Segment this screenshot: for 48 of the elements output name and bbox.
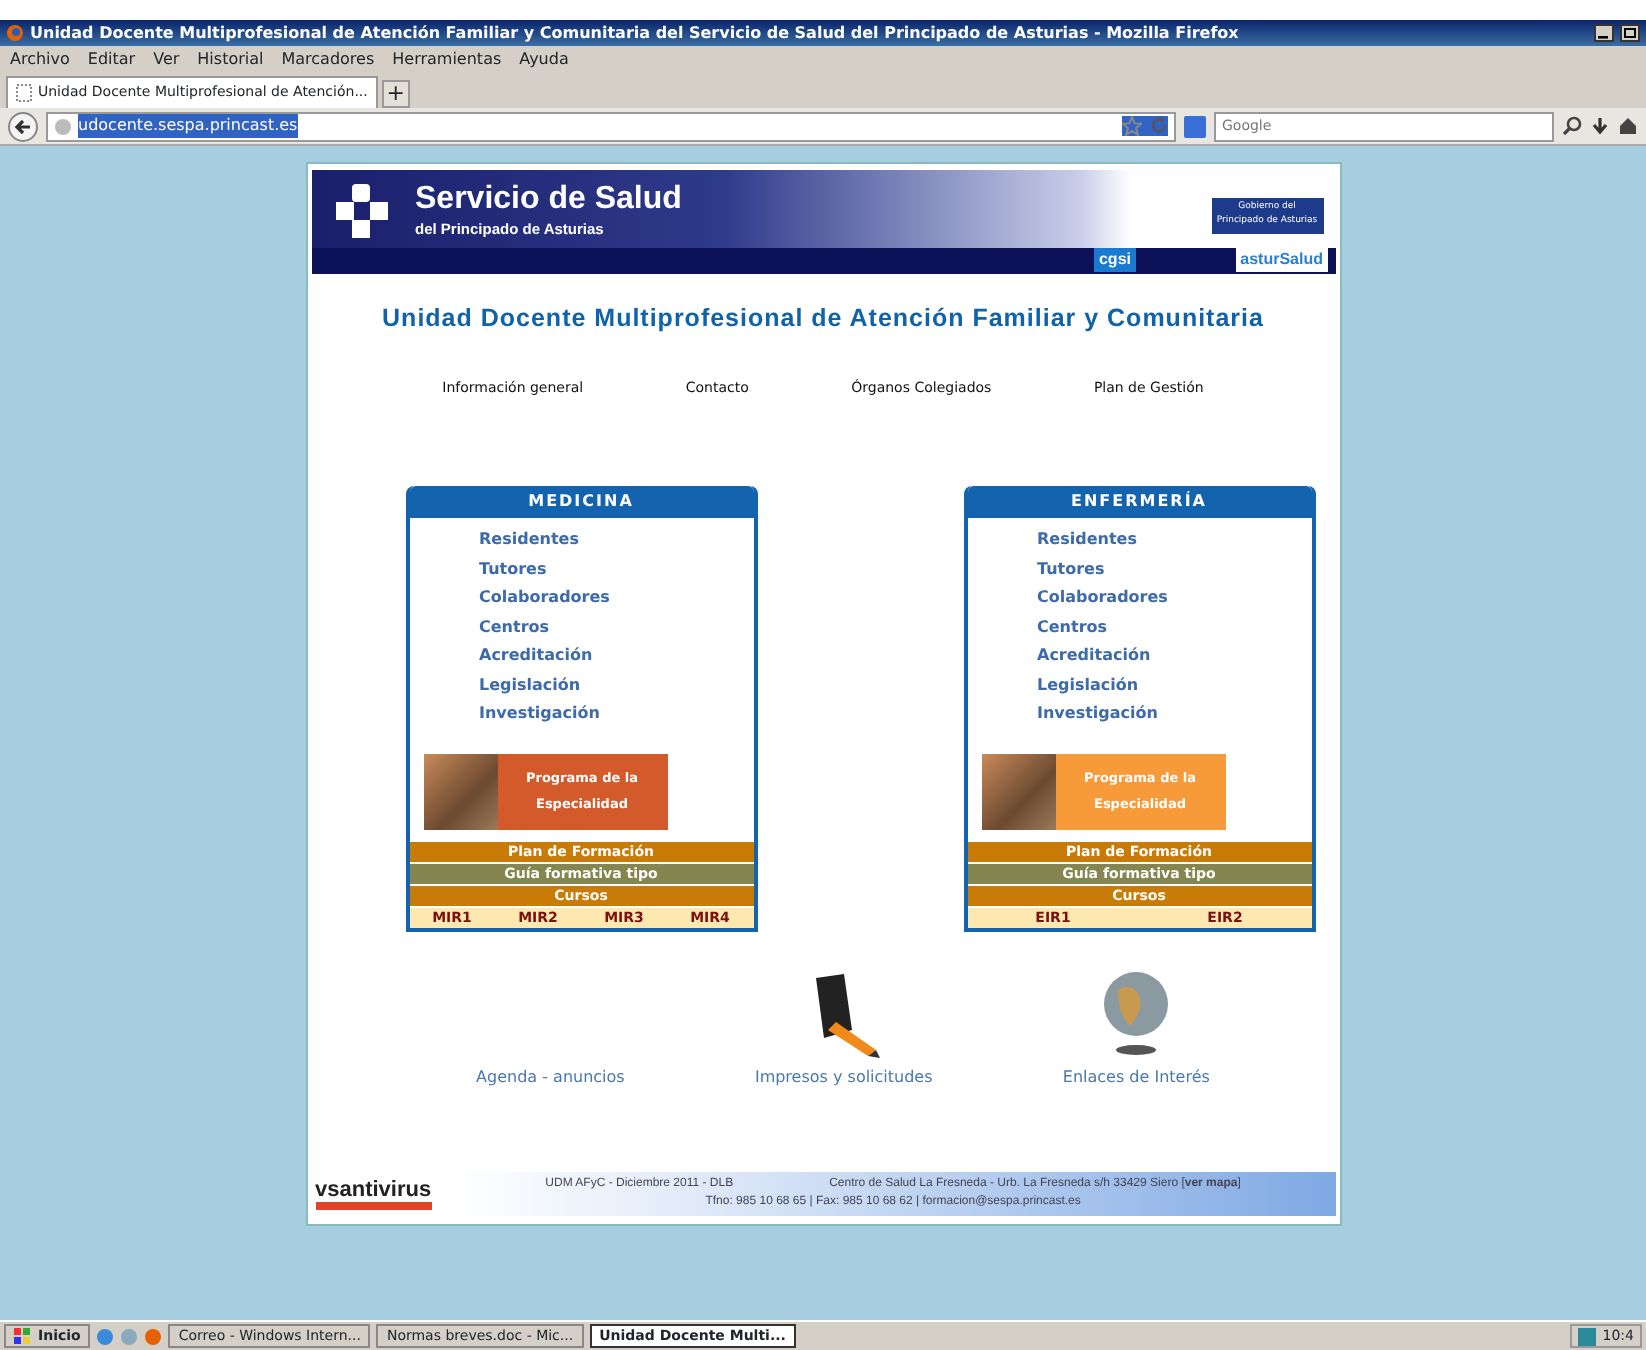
panel-link[interactable]: Residentes [479,526,753,556]
search-engine-icon[interactable] [1184,115,1206,137]
download-icon[interactable] [1590,116,1610,136]
menu-item[interactable]: Ver [153,47,180,71]
maximize-icon[interactable] [1620,24,1640,42]
cgsi-logo[interactable]: cgsi [1094,248,1135,272]
panel-link[interactable]: Legislación [479,671,753,701]
menu-item[interactable]: Archivo [10,47,70,71]
panel-heading: MEDICINA [409,486,753,519]
page-heading: Unidad Docente Multiprofesional de Atención Familiar y Comunitaria [380,302,1266,336]
banner-title: Servicio de Salud [415,182,682,218]
firefox-icon [6,24,24,42]
bottom-link[interactable]: Enlaces de Interés [1062,1065,1210,1090]
menu-item[interactable]: Editar [87,47,136,71]
panel-link[interactable]: Acreditación [479,642,753,672]
menu-item[interactable]: Marcadores [281,47,375,71]
window-title: Unidad Docente Multiprofesional de Atención Familiar y Comunitaria del Servicio de Salud del Principado de Asturias - Mozilla Firefox [30,22,1241,46]
panel-link[interactable]: Legislación [1037,671,1311,701]
windows-flag-icon [14,1328,30,1344]
panel-link[interactable]: Tutores [479,555,753,585]
menu-item[interactable]: Historial [197,47,264,71]
new-tab-button[interactable]: + [381,80,410,108]
panel-link[interactable]: Colaboradores [1037,584,1311,614]
bottom-link[interactable]: Impresos y solicitudes [754,1065,933,1090]
minimize-icon[interactable] [1594,24,1614,42]
bottom-link[interactable]: Agenda - anuncios [476,1065,625,1090]
page-icon [16,84,32,102]
panel-link[interactable]: Residentes [1037,526,1311,556]
star-icon[interactable] [1122,116,1142,136]
panel-link[interactable]: Investigación [479,700,753,730]
address-field[interactable]: udocente.sespa.princast.es [46,111,1176,141]
panel-link[interactable]: Colaboradores [479,584,753,614]
menu-item[interactable]: Ayuda [519,47,569,71]
panel-heading: ENFERMERÍA [967,486,1311,519]
photo-placeholder [423,753,497,830]
photo-placeholder [981,753,1055,830]
home-icon[interactable] [1618,116,1638,136]
panel-link[interactable]: Centros [479,613,753,643]
menu-item[interactable]: Herramientas [392,47,502,71]
antivirus-logo[interactable]: vsantivirus [315,1179,432,1209]
panel-link[interactable]: Investigación [1037,700,1311,730]
cross-logo-icon [335,182,387,242]
panel-link[interactable]: Acreditación [1037,642,1311,672]
tray-icon [1578,1327,1597,1345]
panel-link[interactable]: Centros [1037,613,1311,643]
astursalud-logo[interactable]: asturSalud [1236,248,1327,272]
panel-link[interactable]: Tutores [1037,555,1311,585]
search-icon[interactable] [1562,116,1582,136]
